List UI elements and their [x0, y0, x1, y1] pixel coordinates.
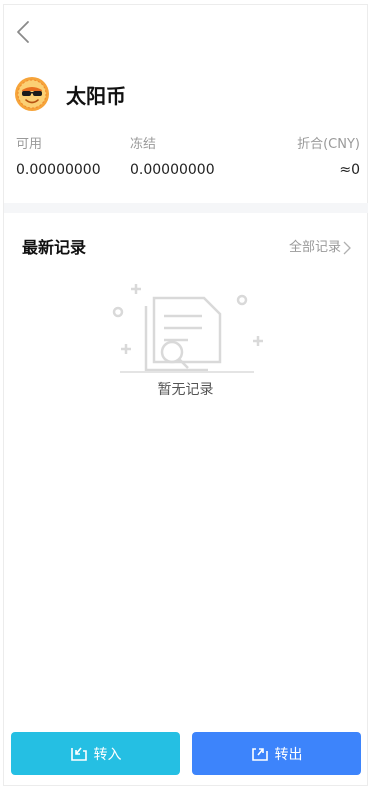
empty-records-icon — [112, 284, 263, 373]
chevron-right-icon — [343, 241, 351, 255]
section-divider — [4, 203, 368, 213]
coin-header: 太阳币 — [14, 76, 126, 112]
transfer-out-button[interactable]: 转出 — [192, 732, 361, 775]
available-label: 可用 — [16, 137, 43, 152]
converted-balance: 折合(CNY) ≈0 — [297, 136, 360, 180]
transfer-out-label: 转出 — [274, 746, 303, 763]
coin-name: 太阳币 — [66, 83, 126, 108]
balance-stats: 可用 0.00000000 冻结 0.00000000 折合(CNY) ≈0 — [16, 136, 360, 186]
records-header: 最新记录 全部记录 — [22, 236, 351, 260]
view-all-records-link[interactable]: 全部记录 — [289, 238, 351, 258]
sun-coin-logo-icon — [15, 77, 49, 111]
available-value: 0.00000000 — [16, 162, 101, 178]
frozen-value: 0.00000000 — [130, 162, 215, 178]
back-arrow-icon[interactable] — [14, 18, 34, 46]
transfer-out-icon — [251, 747, 268, 761]
transfer-in-button[interactable]: 转入 — [11, 732, 180, 775]
frozen-balance: 冻结 0.00000000 — [130, 136, 215, 180]
converted-value: ≈0 — [339, 162, 360, 178]
available-balance: 可用 0.00000000 — [16, 136, 101, 180]
transfer-in-icon — [70, 746, 87, 761]
records-title: 最新记录 — [22, 238, 87, 257]
frozen-label: 冻结 — [130, 137, 157, 152]
empty-records-text: 暂无记录 — [157, 382, 214, 398]
transfer-in-label: 转入 — [93, 746, 122, 763]
converted-label: 折合(CNY) — [297, 137, 360, 152]
view-all-records-label: 全部记录 — [288, 240, 341, 255]
